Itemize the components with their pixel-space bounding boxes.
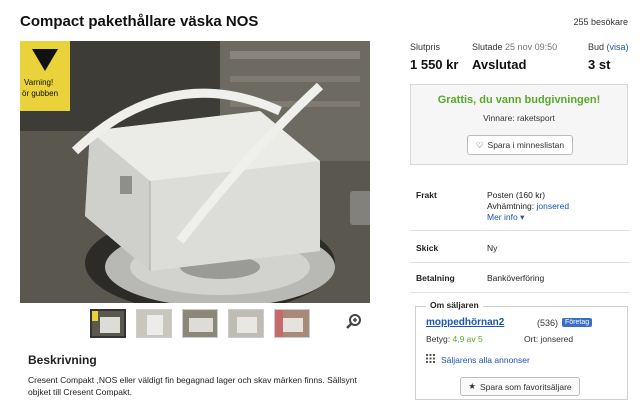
shipping-label: Frakt: [416, 190, 437, 200]
bids-value: 3 st: [588, 57, 611, 72]
ended-date: 25 nov 09:50: [505, 42, 558, 52]
seller-all-ads-link[interactable]: Säljarens alla annonser: [426, 354, 530, 365]
caret-down-icon: ▾: [520, 212, 525, 222]
payment-value: Banköverföring: [487, 273, 545, 283]
pickup-prefix: Avhämtning:: [487, 201, 535, 211]
pickup-place-link[interactable]: jonsered: [536, 201, 569, 211]
description-heading: Beskrivning: [28, 353, 97, 367]
save-to-watchlist-button[interactable]: ♡ Spara i minneslistan: [467, 135, 573, 155]
show-bids-link[interactable]: (visa): [607, 42, 629, 52]
sign-text-2: ör gubben: [22, 89, 58, 98]
company-badge: Företag: [562, 318, 593, 327]
favorite-button-label: Spara som favoritsäljare: [479, 381, 572, 392]
seller-place: Ort: jonsered: [524, 334, 574, 344]
main-product-image[interactable]: Varning! ör gubben: [20, 41, 370, 303]
shipping-value: Posten (160 kr) Avhämtning: jonsered Mer…: [487, 190, 569, 223]
seller-name-link[interactable]: moppedhörnan2: [426, 317, 504, 328]
sign-text-1: Varning!: [24, 78, 53, 87]
bids-label: Bud: [588, 42, 605, 52]
final-price-value: 1 550 kr: [410, 57, 459, 72]
condition-label: Skick: [416, 243, 439, 253]
star-icon: ★: [468, 381, 476, 391]
seller-rating: Betyg: 4,9 av 5: [426, 334, 483, 344]
visitor-count: 255 besökare: [573, 17, 628, 27]
winner-text: Vinnare: raketsport: [483, 113, 555, 123]
thumbnail-strip: [90, 309, 310, 338]
all-ads-label: Säljarens alla annonser: [441, 354, 530, 365]
thumbnail-2[interactable]: [136, 309, 172, 338]
ended-value: Avslutad: [472, 57, 527, 72]
seller-rating-count: (536): [537, 318, 559, 328]
seller-info-box: Om säljaren moppedhörnan2 (536) Företag …: [415, 300, 628, 400]
grid-icon: [426, 354, 435, 365]
seller-legend: Om säljaren: [426, 300, 483, 310]
description-text: Cresent Compakt ,NOS eller väldigt fin b…: [28, 375, 357, 397]
save-favorite-seller-button[interactable]: ★ Spara som favoritsäljare: [460, 377, 580, 396]
more-info-link[interactable]: Mer info ▾: [487, 212, 524, 222]
condition-value: Ny: [487, 243, 498, 253]
thumbnail-3[interactable]: [182, 309, 218, 338]
final-price-block: Slutpris 1 550 kr: [410, 42, 458, 72]
divider: [410, 230, 630, 231]
next-image-arrow[interactable]: [350, 191, 370, 225]
win-headline: Grattis, du vann budgivningen!: [437, 94, 601, 106]
listing-title: Compact pakethållare väska NOS: [20, 13, 259, 30]
save-button-label: Spara i minneslistan: [487, 140, 565, 150]
thumbnail-1[interactable]: [90, 309, 126, 338]
heart-icon: ♡: [475, 139, 484, 150]
zoom-icon[interactable]: [345, 313, 363, 331]
payment-label: Betalning: [416, 273, 455, 283]
rating-value: 4,9 av 5: [452, 334, 483, 344]
divider: [410, 262, 630, 263]
win-notice: Grattis, du vann budgivningen! Vinnare: …: [410, 84, 628, 165]
ended-block: Slutade 25 nov 09:50 Avslutad: [472, 42, 557, 72]
divider: [410, 292, 630, 293]
shipping-line1: Posten (160 kr): [487, 190, 546, 200]
final-price-label: Slutpris: [410, 42, 441, 52]
thumbnail-4[interactable]: [228, 309, 264, 338]
ended-label: Slutade: [472, 42, 503, 52]
bids-block: Bud (visa) 3 st: [588, 42, 629, 72]
thumbnail-5[interactable]: [274, 309, 310, 338]
